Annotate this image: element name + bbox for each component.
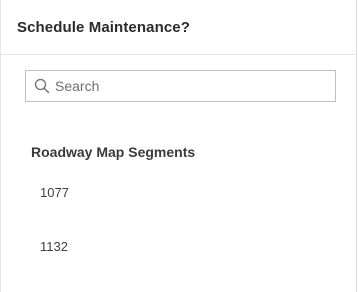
schedule-maintenance-panel: Schedule Maintenance? Roadway Map Segmen…	[0, 0, 357, 292]
section-title: Roadway Map Segments	[31, 144, 196, 160]
search-input[interactable]	[53, 72, 335, 100]
search-icon	[33, 77, 51, 95]
panel-header: Schedule Maintenance?	[1, 0, 356, 55]
panel-title: Schedule Maintenance?	[17, 18, 190, 36]
list-item-segment-1077[interactable]: 1077	[40, 185, 69, 200]
search-box[interactable]	[25, 70, 336, 102]
list-item-segment-1132[interactable]: 1132	[40, 239, 68, 254]
